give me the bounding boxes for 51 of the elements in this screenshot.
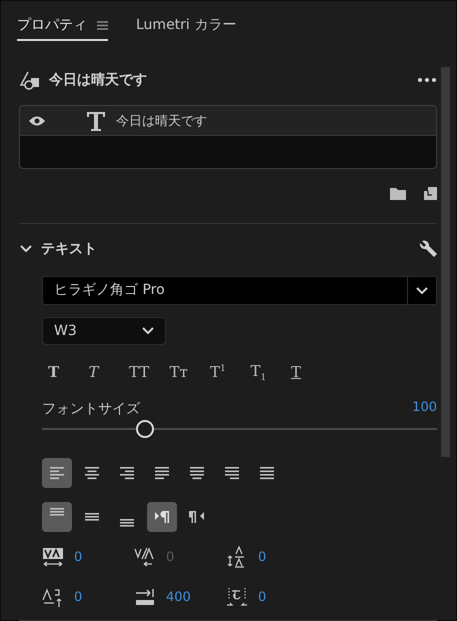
vertical-align-button[interactable] bbox=[42, 502, 72, 532]
kerning-icon bbox=[134, 546, 156, 568]
menu-icon[interactable] bbox=[97, 20, 108, 30]
super-style-button[interactable]: T$^{1}$ bbox=[204, 360, 244, 384]
tsume-icon bbox=[226, 586, 248, 608]
scrollbar[interactable] bbox=[441, 67, 450, 457]
shapes-icon bbox=[19, 70, 41, 90]
baseline-shift-icon bbox=[42, 586, 64, 608]
section-title: テキスト bbox=[41, 240, 98, 258]
align-icon bbox=[84, 465, 100, 481]
metric-value[interactable]: 0 bbox=[258, 550, 266, 564]
tab-width-icon bbox=[134, 586, 156, 608]
align-button[interactable] bbox=[42, 458, 72, 488]
align-icon bbox=[189, 465, 205, 481]
metric-value[interactable]: 0 bbox=[258, 590, 266, 604]
font-dropdown[interactable]: ヒラギノ角ゴ Pro bbox=[42, 276, 437, 305]
font-style-dropdown[interactable]: W3 bbox=[42, 317, 166, 345]
align-icon bbox=[119, 465, 135, 481]
font-size-label: フォントサイズ bbox=[42, 400, 140, 418]
align-icon bbox=[259, 465, 275, 481]
new-item-icon bbox=[424, 187, 437, 200]
underline-style-button[interactable]: T bbox=[285, 360, 326, 384]
align-icon bbox=[224, 465, 240, 481]
text-layer-icon bbox=[86, 110, 106, 132]
paragraph-direction-icon bbox=[154, 508, 170, 526]
sub-style-button[interactable]: T$_{1}$ bbox=[244, 360, 285, 384]
panel-tab[interactable]: Lumetri カラー bbox=[136, 15, 236, 41]
align-icon bbox=[154, 465, 170, 481]
clip-title: 今日は晴天です bbox=[49, 71, 148, 89]
lines-icon bbox=[84, 513, 100, 521]
smallcaps-style-button[interactable]: Tт bbox=[164, 360, 204, 384]
metric-value[interactable]: 0 bbox=[74, 590, 82, 604]
slider-thumb[interactable] bbox=[136, 420, 154, 438]
layer-name[interactable]: 今日は晴天です bbox=[116, 112, 207, 130]
text-direction-button[interactable] bbox=[147, 502, 177, 532]
metric-value[interactable]: 400 bbox=[166, 590, 191, 604]
wrench-icon bbox=[419, 240, 437, 258]
lines-icon bbox=[49, 508, 65, 516]
eye-icon[interactable] bbox=[28, 114, 46, 126]
bold-style-button[interactable]: T bbox=[42, 360, 82, 384]
italic-style-button[interactable]: T bbox=[82, 360, 123, 384]
paragraph-direction-icon bbox=[189, 508, 205, 526]
caps-style-button[interactable]: TT bbox=[123, 360, 164, 384]
folder-icon bbox=[390, 187, 406, 200]
panel-tab[interactable]: プロパティ bbox=[17, 15, 108, 41]
align-icon bbox=[49, 465, 65, 481]
lines-icon bbox=[119, 519, 135, 527]
metric-value[interactable]: 0 bbox=[74, 550, 82, 564]
more-icon bbox=[417, 77, 437, 83]
font-size-value[interactable]: 100 bbox=[412, 400, 437, 418]
tracking-icon bbox=[42, 546, 64, 568]
